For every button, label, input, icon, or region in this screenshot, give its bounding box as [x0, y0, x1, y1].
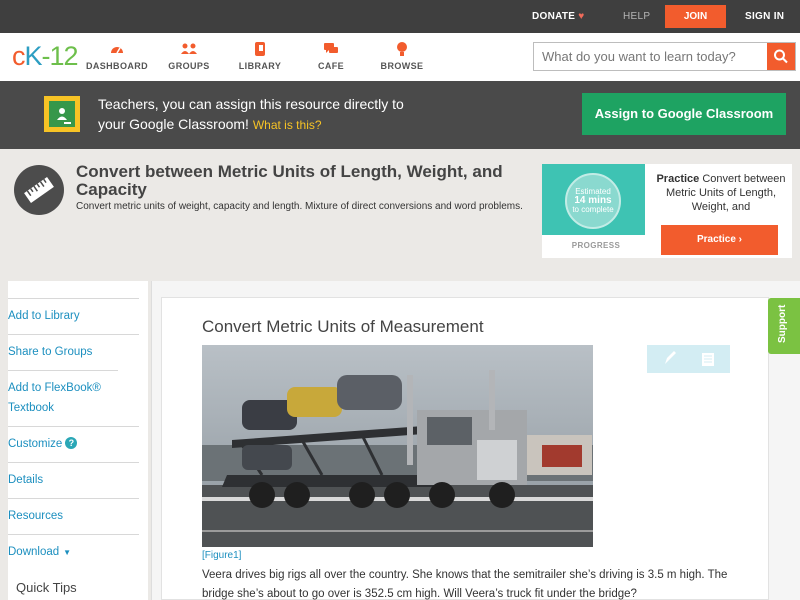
support-tab[interactable]: Support — [768, 298, 800, 354]
progress-label: PROGRESS — [571, 241, 621, 250]
practice-button[interactable]: Practice › — [661, 225, 778, 255]
figure-caption[interactable]: [Figure1] — [202, 550, 241, 561]
heart-icon: ♥ — [578, 11, 585, 22]
google-classroom-banner: Teachers, you can assign this resource d… — [0, 81, 800, 149]
ck12-logo[interactable]: cK-12 — [12, 41, 79, 72]
edit-tools — [647, 345, 730, 373]
nav-library[interactable]: LIBRARY — [225, 41, 295, 71]
library-icon — [255, 42, 265, 56]
article-title: Convert Metric Units of Measurement — [202, 317, 484, 336]
estimate-circle: Estimated 14 mins to complete — [565, 173, 621, 229]
top-bar: DONATE ♥ HELP JOIN SIGN IN — [0, 0, 800, 33]
concept-description: Convert metric units of weight, capacity… — [76, 201, 523, 212]
help-icon: ? — [65, 437, 78, 449]
nav-cafe[interactable]: CAFE — [296, 41, 366, 71]
help-link[interactable]: HELP — [623, 11, 650, 22]
sidebar-item-resources[interactable]: Resources — [8, 498, 139, 534]
sidebar-item-download[interactable]: Download ▼ — [8, 534, 139, 570]
join-button[interactable]: JOIN — [665, 5, 726, 28]
sign-in-link[interactable]: SIGN IN — [745, 11, 784, 22]
what-is-this-link[interactable]: What is this? — [253, 118, 322, 132]
article-body: Veera drives big rigs all over the count… — [202, 569, 728, 600]
cafe-icon — [324, 43, 338, 53]
truck-photo — [202, 345, 593, 547]
concept-title: Convert between Metric Units of Length, … — [76, 162, 503, 199]
progress-panel: Estimated 14 mins to complete — [542, 164, 645, 235]
browse-icon — [397, 42, 407, 56]
chevron-right-icon: › — [738, 234, 743, 245]
search-box — [533, 42, 796, 71]
classroom-message: Teachers, you can assign this resource d… — [98, 96, 404, 132]
sidebar-item-add-to-library[interactable]: Add to Library — [8, 298, 139, 334]
assign-google-classroom-button[interactable]: Assign to Google Classroom — [582, 93, 786, 135]
dashboard-icon — [111, 47, 123, 54]
search-input[interactable] — [534, 43, 764, 70]
practice-card: Estimated 14 mins to complete PROGRESS P… — [542, 164, 792, 258]
google-classroom-icon — [44, 96, 80, 132]
nav-groups[interactable]: GROUPS — [154, 41, 224, 71]
sidebar-item-customize[interactable]: Customize? — [8, 426, 139, 462]
groups-icon — [181, 43, 197, 54]
nav-browse[interactable]: BROWSE — [367, 41, 437, 71]
notes-icon[interactable] — [702, 353, 714, 366]
practice-description: Practice Convert between Metric Units of… — [656, 173, 786, 213]
quick-tips-heading: Quick Tips — [16, 580, 77, 595]
search-button[interactable] — [767, 43, 795, 70]
ruler-icon — [14, 165, 64, 215]
pencil-icon[interactable] — [665, 351, 676, 364]
donate-link[interactable]: DONATE ♥ — [532, 11, 585, 22]
sidebar-item-share-to-groups[interactable]: Share to Groups — [8, 334, 139, 370]
sidebar-item-add-to-flexbook[interactable]: Add to FlexBook® Textbook — [8, 370, 118, 426]
sidebar-item-details[interactable]: Details — [8, 462, 139, 498]
caret-down-icon: ▼ — [63, 548, 72, 557]
nav-dashboard[interactable]: DASHBOARD — [82, 41, 152, 71]
search-icon — [774, 49, 788, 64]
